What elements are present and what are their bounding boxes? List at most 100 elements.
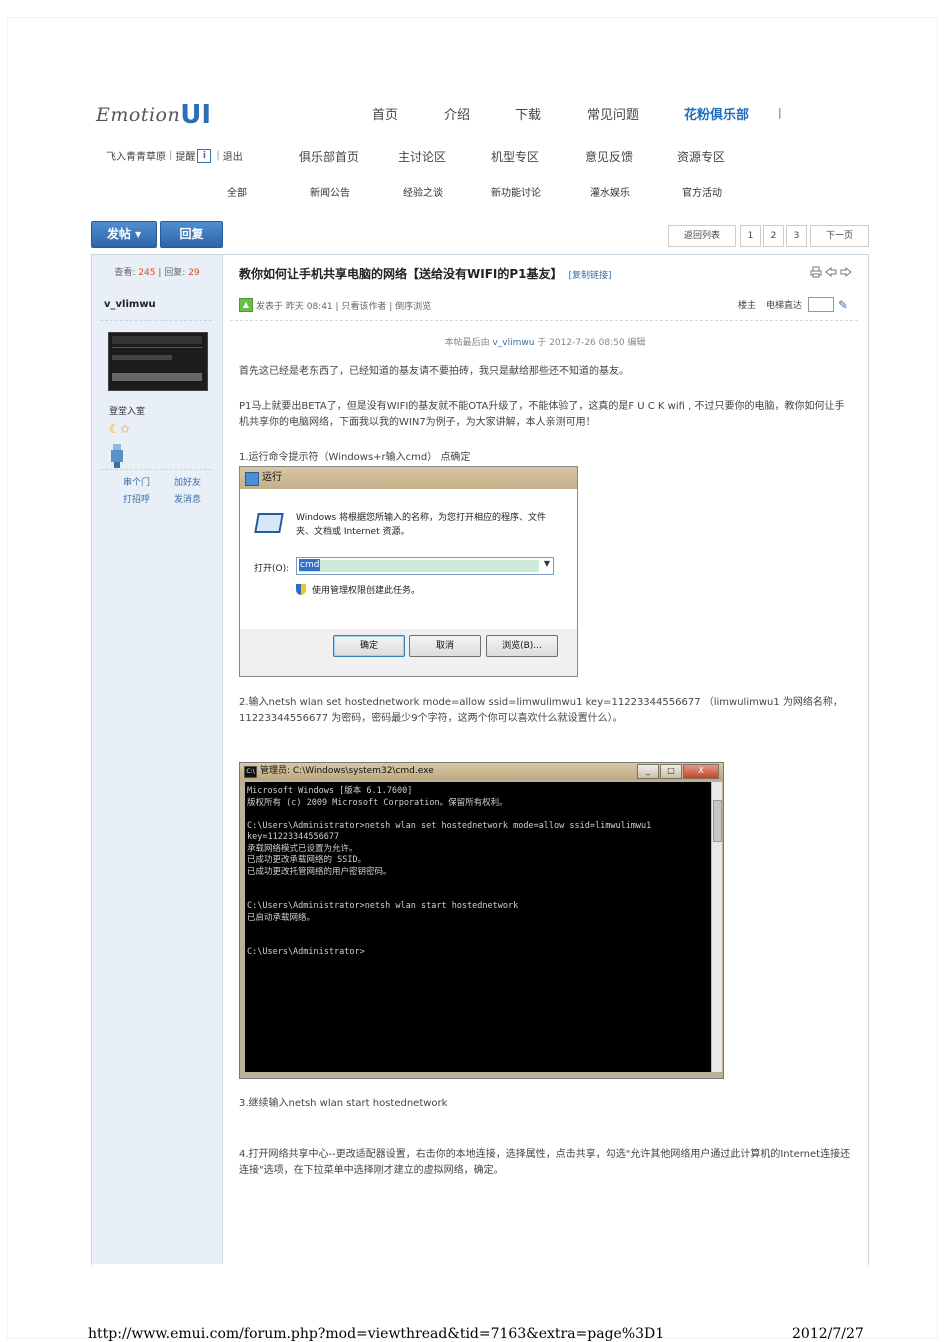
subnav-resources[interactable]: 资源专区 — [677, 148, 725, 165]
site-logo[interactable]: EmotionUI — [96, 100, 226, 130]
maximize-icon[interactable]: □ — [660, 764, 682, 779]
run-program-icon — [254, 513, 284, 533]
open-label: 打开(O): — [254, 564, 290, 574]
step-1-text: 1.运行命令提示符（Windows+r输入cmd） 点确定 — [239, 452, 471, 463]
jump-label: 电梯直达 — [766, 301, 803, 311]
floor-label: 楼主 — [738, 301, 757, 311]
run-dialog-title: 运行 — [262, 472, 282, 483]
add-friend-link[interactable]: 加好友 — [174, 475, 201, 488]
divider — [230, 320, 858, 321]
scrollbar[interactable] — [711, 782, 722, 1072]
post-title: 教你如何让手机共享电脑的网络【送给没有WIFI的P1基友】 [复制链接] — [239, 265, 612, 282]
cancel-button[interactable]: 取消 — [409, 635, 481, 657]
avatar[interactable] — [108, 332, 208, 391]
replies-count: 29 — [188, 268, 200, 278]
jump-floor-input[interactable] — [808, 297, 835, 312]
info-icon[interactable]: i — [197, 148, 212, 163]
author-name[interactable]: v_vlimwu — [104, 299, 156, 310]
input-highlight — [299, 560, 539, 572]
close-icon[interactable]: X — [683, 764, 719, 779]
new-post-button[interactable]: 发帖 ▾ — [91, 221, 157, 248]
copy-link[interactable]: [复制链接] — [569, 271, 612, 281]
next-thread-icon[interactable] — [840, 266, 852, 278]
category-experience[interactable]: 经验之谈 — [403, 184, 443, 199]
logo-text: Emotion — [96, 104, 181, 126]
divider — [100, 320, 212, 321]
page-1-button[interactable]: 1 — [740, 225, 761, 247]
floor-controls: 楼主 电梯直达 ✎ — [738, 297, 848, 312]
rank-badge-icon — [111, 444, 123, 468]
nav-home[interactable]: 首页 — [372, 104, 398, 123]
run-dialog-image: 运行 Windows 将根据您所输入的名称，为您打开相应的程序、文件夹、文档或 … — [239, 466, 578, 677]
post-meta: ▲ 发表于 昨天 08:41 | 只看该作者 | 倒序浏览 — [239, 298, 431, 312]
edit-prefix: 本帖最后由 — [444, 338, 490, 348]
ok-button[interactable]: 确定 — [333, 635, 405, 657]
user-rank: 登堂入室 — [109, 407, 146, 417]
admin-note: 使用管理权限创建此任务。 — [296, 583, 420, 596]
remind-link[interactable]: 提醒 — [175, 148, 195, 163]
edit-suffix: 于 2012-7-26 08:50 编辑 — [537, 338, 646, 348]
run-command-value: cmd — [299, 559, 321, 571]
shield-icon — [296, 584, 306, 595]
browse-button[interactable]: 浏览(B)... — [486, 635, 558, 657]
category-new-features[interactable]: 新功能讨论 — [491, 184, 541, 199]
username-link[interactable]: 飞入青青草原 — [106, 148, 166, 163]
post-meta-text[interactable]: 发表于 昨天 08:41 | 只看该作者 | 倒序浏览 — [256, 299, 431, 312]
nav-download[interactable]: 下载 — [515, 104, 541, 123]
run-icon — [245, 472, 259, 486]
category-all[interactable]: 全部 — [227, 184, 247, 199]
run-command-input[interactable]: cmd ▼ — [296, 557, 554, 575]
page-2-button[interactable]: 2 — [763, 225, 784, 247]
online-status-icon: ▲ — [239, 298, 253, 312]
divider — [100, 469, 212, 470]
category-news[interactable]: 新闻公告 — [310, 184, 350, 199]
previous-thread-icon[interactable] — [825, 266, 837, 278]
logout-link[interactable]: 退出 — [223, 148, 243, 163]
run-dialog-titlebar: 运行 — [240, 467, 577, 489]
nav-club[interactable]: 花粉俱乐部 — [684, 104, 749, 123]
step-2-text: 2.输入netsh wlan set hostednetwork mode=al… — [239, 697, 843, 724]
subnav-models[interactable]: 机型专区 — [491, 148, 539, 165]
edit-user[interactable]: v_vlimwu — [492, 338, 534, 348]
thread-stats: 查看: 245 | 回复: 29 — [92, 265, 222, 278]
separator: | — [169, 150, 173, 161]
nav-intro[interactable]: 介绍 — [444, 104, 470, 123]
wrench-icon[interactable]: ✎ — [838, 298, 848, 312]
admin-note-text: 使用管理权限创建此任务。 — [312, 586, 421, 596]
views-label: 查看: — [114, 268, 136, 278]
cmd-icon: C:\ — [244, 766, 257, 778]
message-link[interactable]: 发消息 — [174, 492, 201, 505]
greet-link[interactable]: 打招呼 — [123, 492, 150, 505]
window-controls: _ □ X — [637, 764, 719, 779]
cmd-window-image: C:\ 管理员: C:\Windows\system32\cmd.exe _ □… — [239, 762, 724, 1079]
nav-separator: | — [778, 106, 782, 119]
reply-button[interactable]: 回复 — [160, 221, 223, 248]
cmd-titlebar: C:\ 管理员: C:\Windows\system32\cmd.exe _ □… — [240, 763, 723, 780]
category-chat[interactable]: 灌水娱乐 — [590, 184, 630, 199]
subnav-feedback[interactable]: 意见反馈 — [585, 148, 633, 165]
footer-date: 2012/7/27 — [792, 1326, 864, 1342]
nav-faq[interactable]: 常见问题 — [587, 104, 639, 123]
separator: | — [216, 150, 220, 161]
visit-link[interactable]: 串个门 — [123, 475, 150, 488]
separator: | — [158, 268, 162, 278]
subnav-main-forum[interactable]: 主讨论区 — [398, 148, 446, 165]
next-page-button[interactable]: 下一页 — [810, 225, 869, 247]
edit-notice: 本帖最后由 v_vlimwu 于 2012-7-26 08:50 编辑 — [239, 335, 851, 348]
print-icon[interactable] — [810, 266, 822, 278]
post-paragraph-1: 首先这已经是老东西了，已经知道的基友请不要拍砖，我只是献给那些还不知道的基友。 — [239, 366, 629, 377]
cmd-output: Microsoft Windows [版本 6.1.7600] 版权所有 (c)… — [247, 786, 652, 957]
step-3-text: 3.继续输入netsh wlan start hostednetwork — [239, 1098, 448, 1109]
minimize-icon[interactable]: _ — [637, 764, 659, 779]
post-title-text: 教你如何让手机共享电脑的网络【送给没有WIFI的P1基友】 — [239, 267, 563, 281]
page-3-button[interactable]: 3 — [786, 225, 807, 247]
run-description: Windows 将根据您所输入的名称，为您打开相应的程序、文件夹、文档或 Int… — [296, 513, 547, 537]
post-tools — [810, 266, 852, 278]
step-4-text: 4.打开网络共享中心--更改适配器设置，右击你的本地连接，选择属性，点击共享，勾… — [239, 1149, 851, 1176]
scrollbar-thumb[interactable] — [713, 800, 722, 842]
post-paragraph-2: P1马上就要出BETA了，但是没有WIFI的基友就不能OTA升级了，不能体验了，… — [239, 401, 845, 428]
category-events[interactable]: 官方活动 — [682, 184, 722, 199]
subnav-club-home[interactable]: 俱乐部首页 — [299, 148, 359, 165]
back-to-list-button[interactable]: 返回列表 — [668, 225, 736, 247]
chevron-down-icon[interactable]: ▼ — [544, 559, 550, 568]
